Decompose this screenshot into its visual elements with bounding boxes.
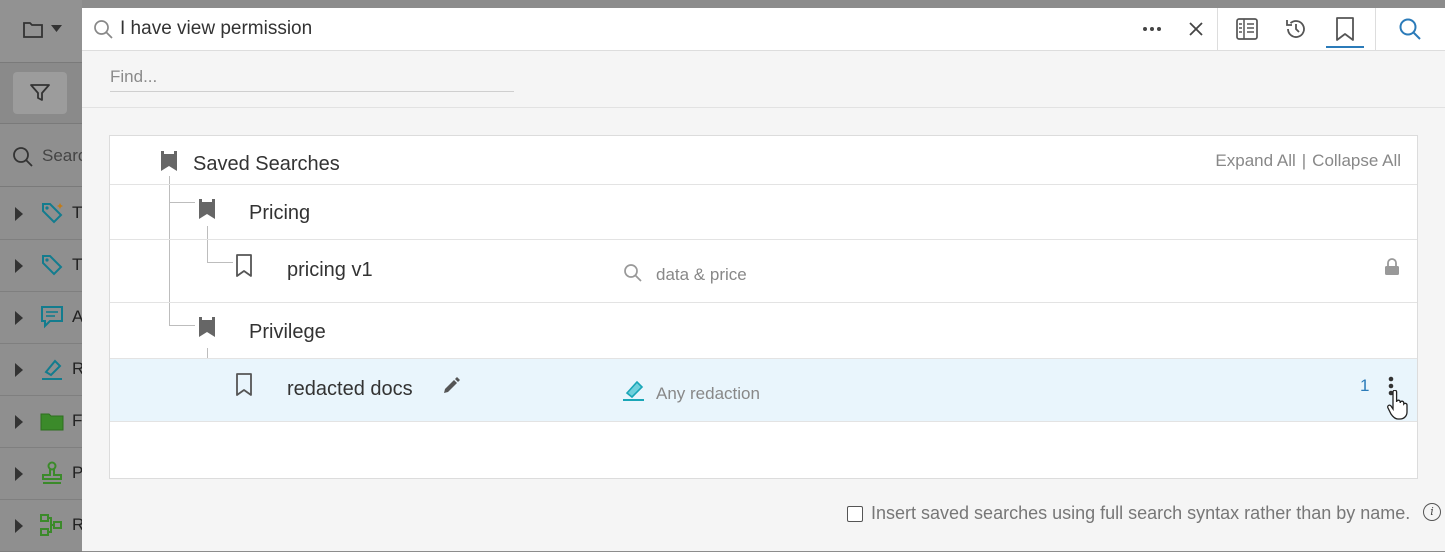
toolbar-divider (1375, 8, 1376, 50)
left-search-row[interactable]: Search (0, 124, 96, 187)
expand-triangle-icon[interactable] (15, 207, 23, 221)
left-panel: Search T T A R F P R (0, 0, 96, 552)
ellipsis-icon (1143, 27, 1161, 31)
hand-cursor-icon (1387, 390, 1408, 420)
pencil-icon[interactable] (441, 376, 461, 396)
lock-icon (1385, 258, 1399, 275)
comment-icon (41, 306, 63, 329)
folder-icon[interactable] (22, 19, 44, 39)
tree-root-row[interactable]: Saved Searches Expand All | Collapse All (110, 136, 1417, 185)
bookmark-icon (236, 254, 252, 277)
history-icon (1286, 20, 1305, 38)
left-tree-item[interactable]: P (0, 447, 83, 500)
find-input[interactable] (110, 63, 514, 92)
search-bar[interactable]: I have view permission (82, 8, 1445, 51)
tag-icon (42, 255, 63, 276)
link-separator: | (1301, 151, 1307, 170)
saved-searches-button[interactable] (1327, 14, 1363, 44)
tree-folder-row[interactable]: Privilege (110, 303, 1417, 359)
workflow-icon (40, 514, 62, 536)
highlighter-icon (42, 359, 62, 380)
saved-searches-dialog: Saved Searches Expand All | Collapse All P… (82, 51, 1445, 551)
folder-label: Privilege (249, 321, 326, 343)
left-tree-item[interactable]: T (0, 239, 82, 292)
more-options-button[interactable] (1134, 14, 1170, 44)
search-query[interactable]: I have view permission (120, 18, 312, 40)
book-list-icon (1236, 18, 1258, 40)
full-syntax-checkbox-label: Insert saved searches using full search … (871, 503, 1411, 523)
folder-label: Pricing (249, 202, 311, 224)
left-tree-item[interactable]: R (0, 499, 84, 552)
run-search-button[interactable] (1392, 14, 1428, 44)
left-tree-item[interactable]: F (0, 395, 82, 448)
expand-triangle-icon[interactable] (15, 467, 23, 481)
info-icon[interactable]: i (1423, 503, 1441, 521)
bookmark-folder-icon (161, 151, 177, 171)
clear-search-button[interactable] (1178, 14, 1214, 44)
saved-search-row[interactable]: pricing v1 data & price (110, 240, 1417, 303)
saved-searches-tree: Saved Searches Expand All | Collapse All P… (109, 135, 1418, 479)
bookmark-icon (1336, 17, 1354, 41)
active-tab-indicator (1326, 46, 1364, 48)
search-icon (624, 264, 642, 282)
expand-triangle-icon[interactable] (15, 259, 23, 273)
find-row (82, 51, 1445, 108)
saved-search-query: data & price (656, 265, 747, 284)
collapse-all-link[interactable]: Collapse All (1312, 151, 1401, 170)
expand-triangle-icon[interactable] (15, 519, 23, 533)
saved-search-row-selected[interactable]: redacted docs Any redaction 1 (110, 359, 1417, 422)
left-tree-item[interactable]: R (0, 343, 84, 396)
stamp-icon (42, 461, 62, 484)
search-icon (94, 20, 113, 39)
highlighter-icon (623, 380, 644, 401)
footer-option[interactable]: Insert saved searches using full search … (847, 503, 1410, 524)
left-tree-item[interactable]: A (0, 291, 83, 344)
search-icon (13, 147, 33, 167)
expand-triangle-icon[interactable] (15, 363, 23, 377)
expand-all-link[interactable]: Expand All (1215, 151, 1295, 170)
toolbar-divider (1217, 8, 1218, 50)
bookmark-icon (236, 373, 252, 396)
tree-folder-row[interactable]: Pricing (110, 185, 1417, 240)
tag-sparkle-icon (42, 203, 63, 224)
left-tree-item-label: F (72, 411, 83, 430)
close-icon (1189, 22, 1203, 36)
saved-search-query: Any redaction (656, 384, 760, 403)
filter-icon (30, 84, 50, 101)
tree-root-label: Saved Searches (193, 153, 340, 175)
left-tree-item-label: T (72, 255, 83, 274)
left-panel-top (0, 0, 82, 63)
bookmark-folder-icon (199, 199, 215, 219)
chevron-down-icon[interactable] (51, 25, 62, 32)
left-tree-item[interactable]: T (0, 187, 82, 240)
full-syntax-checkbox[interactable] (847, 505, 863, 522)
saved-search-name: redacted docs (287, 378, 413, 400)
folder-icon (40, 413, 64, 431)
expand-triangle-icon[interactable] (15, 415, 23, 429)
search-history-button[interactable] (1278, 14, 1314, 44)
left-tree-item-label: T (72, 203, 83, 222)
tree-expand-collapse: Expand All | Collapse All (1215, 151, 1401, 171)
hit-count[interactable]: 1 (1360, 376, 1369, 396)
search-builder-button[interactable] (1229, 14, 1265, 44)
saved-search-name: pricing v1 (287, 259, 373, 281)
bookmark-folder-icon (199, 317, 215, 337)
expand-triangle-icon[interactable] (15, 311, 23, 325)
filter-button[interactable] (13, 72, 67, 114)
search-icon (1399, 18, 1421, 40)
